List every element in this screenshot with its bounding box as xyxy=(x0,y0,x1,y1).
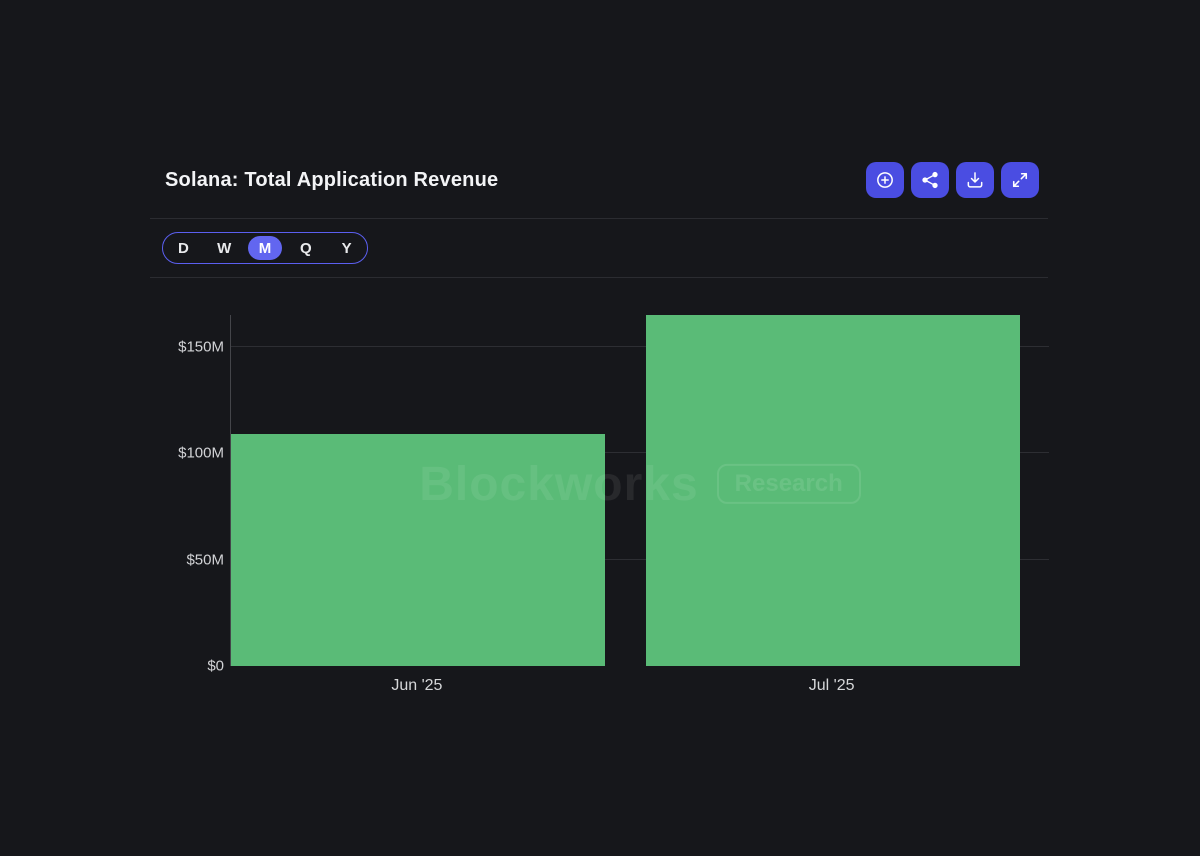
x-axis: Jun '25 Jul '25 xyxy=(230,677,1048,701)
range-option-m[interactable]: M xyxy=(247,236,282,260)
share-button[interactable] xyxy=(911,162,949,198)
y-tick-label: $0 xyxy=(207,657,224,675)
plus-circle-icon xyxy=(877,172,893,188)
divider xyxy=(150,218,1048,219)
divider xyxy=(150,277,1048,278)
y-axis: $0 $50M $100M $150M xyxy=(140,315,224,674)
download-button[interactable] xyxy=(956,162,994,198)
download-icon xyxy=(967,172,983,188)
zoom-in-button[interactable] xyxy=(866,162,904,198)
range-option-d[interactable]: D xyxy=(166,236,200,260)
y-tick-label: $100M xyxy=(178,444,224,462)
page-title: Solana: Total Application Revenue xyxy=(165,168,499,191)
chart-card: Solana: Total Application Revenue D W M … xyxy=(0,0,1200,856)
y-tick-label: $150M xyxy=(178,338,224,356)
header: Solana: Total Application Revenue xyxy=(165,158,1039,202)
y-tick-label: $50M xyxy=(186,551,224,569)
bar-jun-25[interactable] xyxy=(231,434,605,666)
range-option-q[interactable]: Q xyxy=(289,236,323,260)
range-selector: DWMQY xyxy=(162,232,368,264)
share-icon xyxy=(922,171,938,189)
fullscreen-button[interactable] xyxy=(1001,162,1039,198)
toolbar xyxy=(866,162,1039,198)
x-tick-label: Jul '25 xyxy=(808,677,855,694)
x-tick-label: Jun '25 xyxy=(391,677,443,694)
expand-icon xyxy=(1012,172,1028,188)
range-option-w[interactable]: W xyxy=(207,236,241,260)
bar-jul-25[interactable] xyxy=(645,315,1020,666)
plot-area: Blockworks Research xyxy=(230,315,1049,666)
range-option-y[interactable]: Y xyxy=(330,236,364,260)
